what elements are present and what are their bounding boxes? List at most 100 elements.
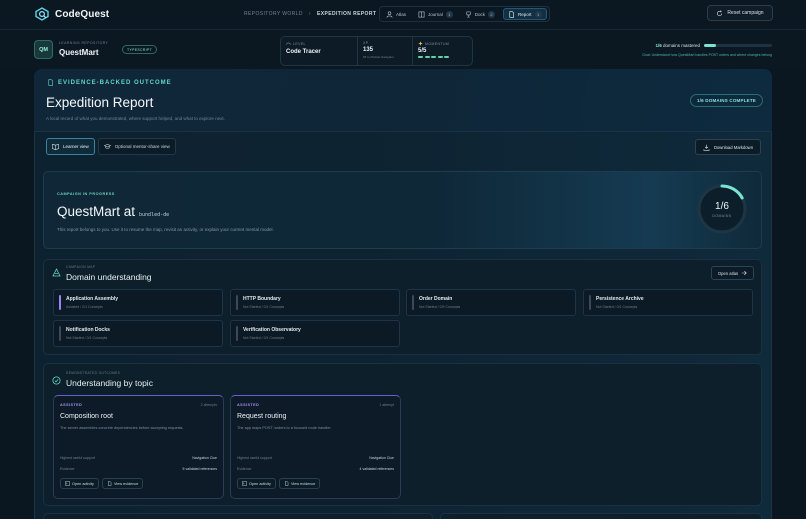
repo-avatar: QM [34, 40, 53, 59]
evidence-label: Evidence [237, 467, 252, 471]
domain-card[interactable]: HTTP Boundary Not Started / 0/1 Concepts [230, 289, 400, 316]
momentum-label: MOMENTUM [425, 41, 450, 46]
support-label: Highest useful support [60, 456, 95, 460]
document-icon [509, 10, 515, 18]
repo-name: QuestMart [59, 48, 99, 57]
domain-card[interactable]: Application Assembly Assisted / 2/1 Conc… [53, 289, 223, 316]
nav-report-label: Report [518, 11, 532, 17]
topic-attempts: 1 attempt [379, 403, 394, 407]
mastery-goal: Goal: Understand how QuestMart handles P… [642, 53, 772, 57]
app-logo[interactable]: CodeQuest [34, 7, 109, 21]
document-icon [48, 79, 53, 86]
support-value: Navigation Clue [192, 456, 217, 460]
mastery-bar-fill [704, 44, 716, 47]
topic-card[interactable]: ASSISTED 2 attempts Composition root The… [53, 395, 224, 499]
open-activity-button[interactable]: Open activity [237, 478, 276, 489]
domain-name: Application Assembly [66, 296, 119, 302]
logo-icon [34, 7, 50, 21]
view-toggle: Learner view Optional mentor-share view [46, 138, 176, 155]
domain-status: Not Started / 0/3 Concepts [419, 305, 461, 309]
mentor-view-label: Optional mentor-share view [114, 144, 170, 149]
topic-actions: Open activity View evidence [237, 478, 321, 489]
domain-status: Not Started / 0/1 Concepts [243, 336, 285, 340]
view-evidence-button[interactable]: View evidence [278, 478, 321, 489]
domain-card[interactable]: Verification Observatory Not Started / 0… [230, 320, 400, 347]
campaign-eyebrow: CAMPAIGN IN PROGRESS [57, 192, 115, 196]
topic-description: The server assembles concrete dependenci… [60, 426, 184, 430]
repo-label: LEARNING REPOSITORY [59, 41, 109, 45]
domain-section-eyebrow: CAMPAIGN MAP [66, 265, 96, 269]
topic-title: Composition root [60, 413, 113, 420]
domain-section-title: Domain understanding [66, 272, 152, 282]
domain-status-bar [59, 295, 61, 310]
open-activity-button[interactable]: Open activity [60, 478, 99, 489]
download-markdown-label: Download Markdown [713, 144, 754, 150]
domain-card[interactable]: Order Domain Not Started / 0/3 Concepts [406, 289, 576, 316]
person-icon [386, 10, 393, 18]
mastery-bar [704, 44, 772, 47]
domains-progress-ring: 1/6 DOMAINS [696, 183, 748, 235]
evidence-value: 5 validated references [182, 467, 217, 471]
support-value: Navigation Clue [369, 456, 394, 460]
player-stats: LEVEL Code Tracer XP 135 65 to Module Na… [280, 36, 473, 66]
open-atlas-label: Open atlas [717, 270, 739, 276]
download-markdown-button[interactable]: Download Markdown [695, 139, 761, 155]
mastery-progress: 1/6 domains mastered Goal: Understand ho… [600, 43, 772, 57]
campaign-title-text: QuestMart at [57, 204, 136, 219]
top-bar: CodeQuest REPOSITORY WORLD › EXPEDITION … [0, 0, 806, 30]
breadcrumb-parent[interactable]: REPOSITORY WORLD [244, 11, 303, 17]
nav-journal-label: Journal [428, 11, 443, 17]
mastery-label: domains mastered [662, 43, 700, 48]
map-icon [52, 268, 61, 277]
domain-status: Not Started / 0/1 Concepts [66, 336, 108, 340]
domains-complete-badge: 1/6 DOMAINS COMPLETE [690, 94, 764, 107]
topic-card[interactable]: ASSISTED 1 attempt Request routing The a… [230, 395, 401, 499]
domain-card[interactable]: Persistence Archive Not Started / 0/1 Co… [583, 289, 753, 316]
xp-value: 135 [363, 47, 374, 53]
xp-sub: 65 to Module Navigator [363, 55, 395, 59]
stat-momentum: MOMENTUM 5/5 [413, 37, 472, 65]
domain-name: Order Domain [419, 296, 453, 302]
domain-status: Not Started / 0/1 Concepts [596, 305, 638, 309]
topic-evidence-row: Evidence 5 validated references [60, 467, 217, 471]
topic-section-eyebrow: DEMONSTRATED OUTCOMES [66, 371, 121, 375]
app-name: CodeQuest [55, 8, 110, 20]
topic-actions: Open activity View evidence [60, 478, 144, 489]
page-title: Expedition Report [46, 95, 154, 110]
graduation-cap-icon [103, 144, 111, 149]
learner-view-button[interactable]: Learner view [46, 138, 95, 155]
xp-label: XP [363, 41, 369, 45]
domain-status-bar [412, 295, 414, 310]
breadcrumb: REPOSITORY WORLD › EXPEDITION REPORT [244, 11, 376, 17]
nav-dock[interactable]: Dock 2 [461, 8, 499, 20]
reset-campaign-button[interactable]: Reset campaign [707, 5, 773, 21]
topic-section-title: Understanding by topic [66, 378, 153, 388]
momentum-value: 5/5 [418, 48, 427, 54]
domain-status-bar [59, 326, 61, 341]
terminal-icon [65, 481, 70, 486]
open-atlas-button[interactable]: Open atlas [711, 266, 754, 280]
book-open-icon [52, 143, 59, 150]
next-section-right [440, 513, 762, 519]
domain-card[interactable]: Notification Docks Not Started / 0/1 Con… [53, 320, 223, 347]
nav-dock-label: Dock [474, 11, 486, 17]
nav-journal[interactable]: Journal 1 [414, 8, 457, 20]
topic-title: Request routing [237, 413, 287, 420]
domain-status-bar [236, 295, 238, 310]
view-evidence-button[interactable]: View evidence [101, 478, 144, 489]
nav-journal-count: 1 [445, 10, 453, 18]
refresh-icon [717, 9, 723, 16]
stat-xp: XP 135 65 to Module Navigator [358, 37, 413, 65]
open-activity-label: Open activity [249, 481, 271, 486]
topic-evidence-row: Evidence 4 validated references [237, 467, 394, 471]
domain-status: Not Started / 0/1 Concepts [243, 305, 285, 309]
evidence-label: Evidence [60, 467, 75, 471]
stat-level: LEVEL Code Tracer [281, 37, 358, 65]
next-section-left [43, 513, 433, 519]
topic-tag: ASSISTED [60, 403, 83, 407]
topic-attempts: 2 attempts [200, 403, 217, 407]
nav-report[interactable]: Report 1 [503, 8, 547, 20]
mentor-view-button[interactable]: Optional mentor-share view [97, 138, 176, 155]
nav-atlas[interactable]: Atlas [382, 8, 410, 20]
mastery-count: 1/6 [655, 43, 662, 48]
